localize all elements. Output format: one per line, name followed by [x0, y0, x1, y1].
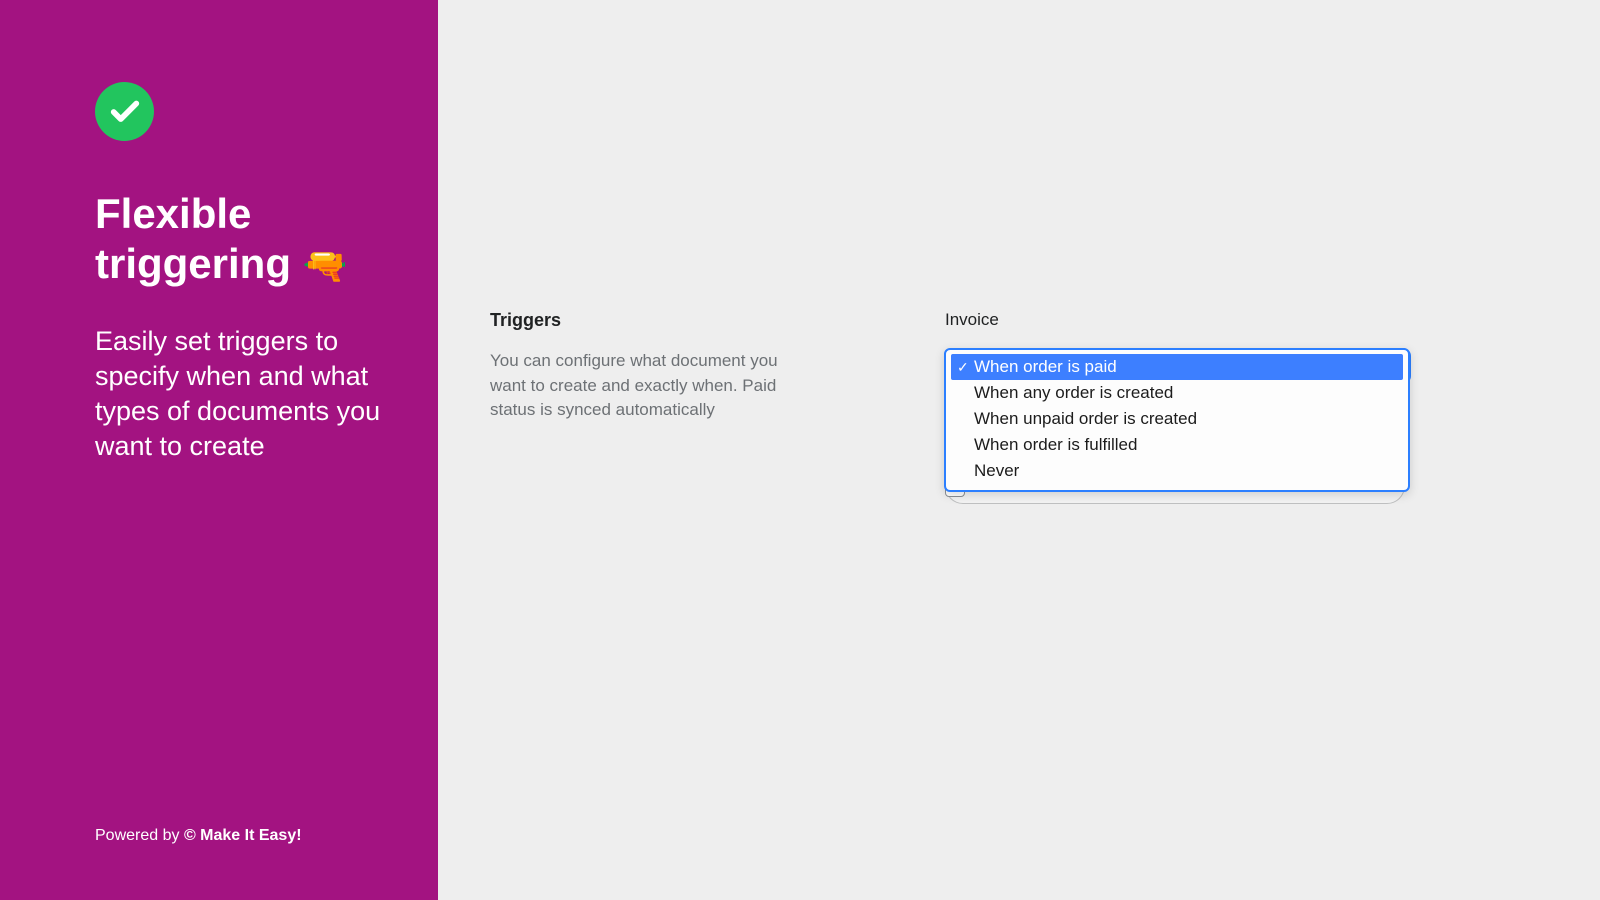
dropdown-option-never[interactable]: Never	[951, 458, 1403, 484]
page-title: Flexible triggering 🔫	[95, 189, 396, 288]
dropdown-option-when-order-is-paid[interactable]: ✓ When order is paid	[951, 354, 1403, 380]
option-label: When order is fulfilled	[974, 435, 1137, 455]
section-info: Triggers You can configure what document…	[490, 310, 790, 900]
footer-brand: © Make It Easy!	[184, 827, 302, 844]
dropdown-option-when-any-order-is-created[interactable]: When any order is created	[951, 380, 1403, 406]
trigger-settings: Invoice ✓ When order is paid When any or…	[945, 310, 1420, 900]
dropdown-option-when-unpaid-order-is-created[interactable]: When unpaid order is created	[951, 406, 1403, 432]
field-label-invoice: Invoice	[945, 310, 1420, 330]
main-panel: Triggers You can configure what document…	[438, 0, 1600, 900]
footer-prefix: Powered by	[95, 827, 184, 844]
pistol-emoji-icon: 🔫	[303, 245, 348, 286]
dropdown-option-when-order-is-fulfilled[interactable]: When order is fulfilled	[951, 432, 1403, 458]
option-label: Never	[974, 461, 1019, 481]
check-badge-icon	[95, 82, 154, 141]
headline-line2: triggering	[95, 240, 291, 287]
section-title: Triggers	[490, 310, 790, 331]
option-label: When order is paid	[974, 357, 1117, 377]
dropdown-list: ✓ When order is paid When any order is c…	[946, 350, 1408, 490]
headline-line1: Flexible	[95, 190, 251, 237]
sidebar: Flexible triggering 🔫 Easily set trigger…	[0, 0, 438, 900]
option-label: When unpaid order is created	[974, 409, 1197, 429]
footer: Powered by © Make It Easy!	[95, 827, 396, 845]
option-label: When any order is created	[974, 383, 1173, 403]
invoice-dropdown[interactable]: ✓ When order is paid When any order is c…	[944, 348, 1410, 492]
check-icon: ✓	[957, 359, 971, 376]
page-subheadline: Easily set triggers to specify when and …	[95, 324, 396, 464]
section-description: You can configure what document you want…	[490, 349, 790, 423]
